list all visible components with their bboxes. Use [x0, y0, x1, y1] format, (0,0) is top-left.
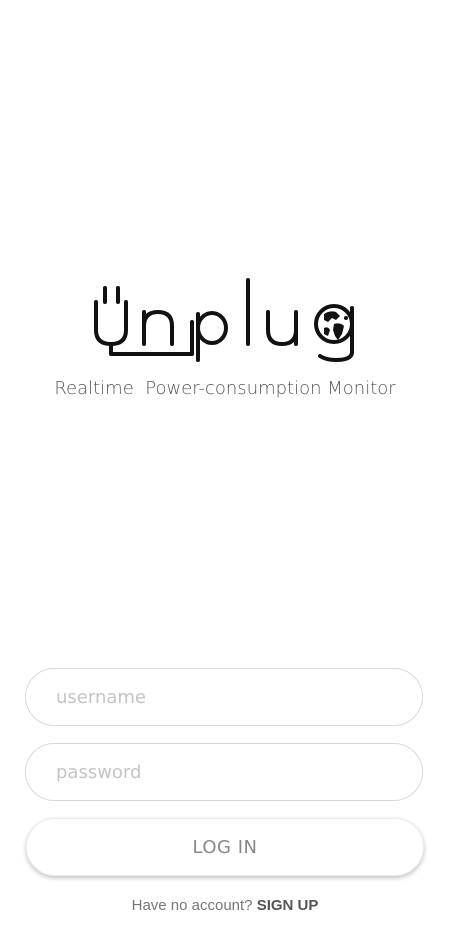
signup-link[interactable]: SIGN UP	[257, 897, 319, 914]
app-tagline: Realtime Power-consumption Monitor	[54, 378, 396, 399]
password-input[interactable]	[26, 744, 422, 800]
login-screen: Realtime Power-consumption Monitor LOG I…	[0, 0, 450, 950]
app-logo	[88, 268, 368, 368]
username-input[interactable]	[26, 669, 422, 725]
signup-prompt-text: Have no account?	[131, 897, 253, 914]
plug-globe-logo-icon	[94, 278, 354, 362]
username-field-container	[25, 668, 423, 726]
signup-prompt-row: Have no account? SIGN UP	[0, 897, 450, 914]
login-button[interactable]: LOG IN	[26, 818, 424, 876]
password-field-container	[25, 743, 423, 801]
